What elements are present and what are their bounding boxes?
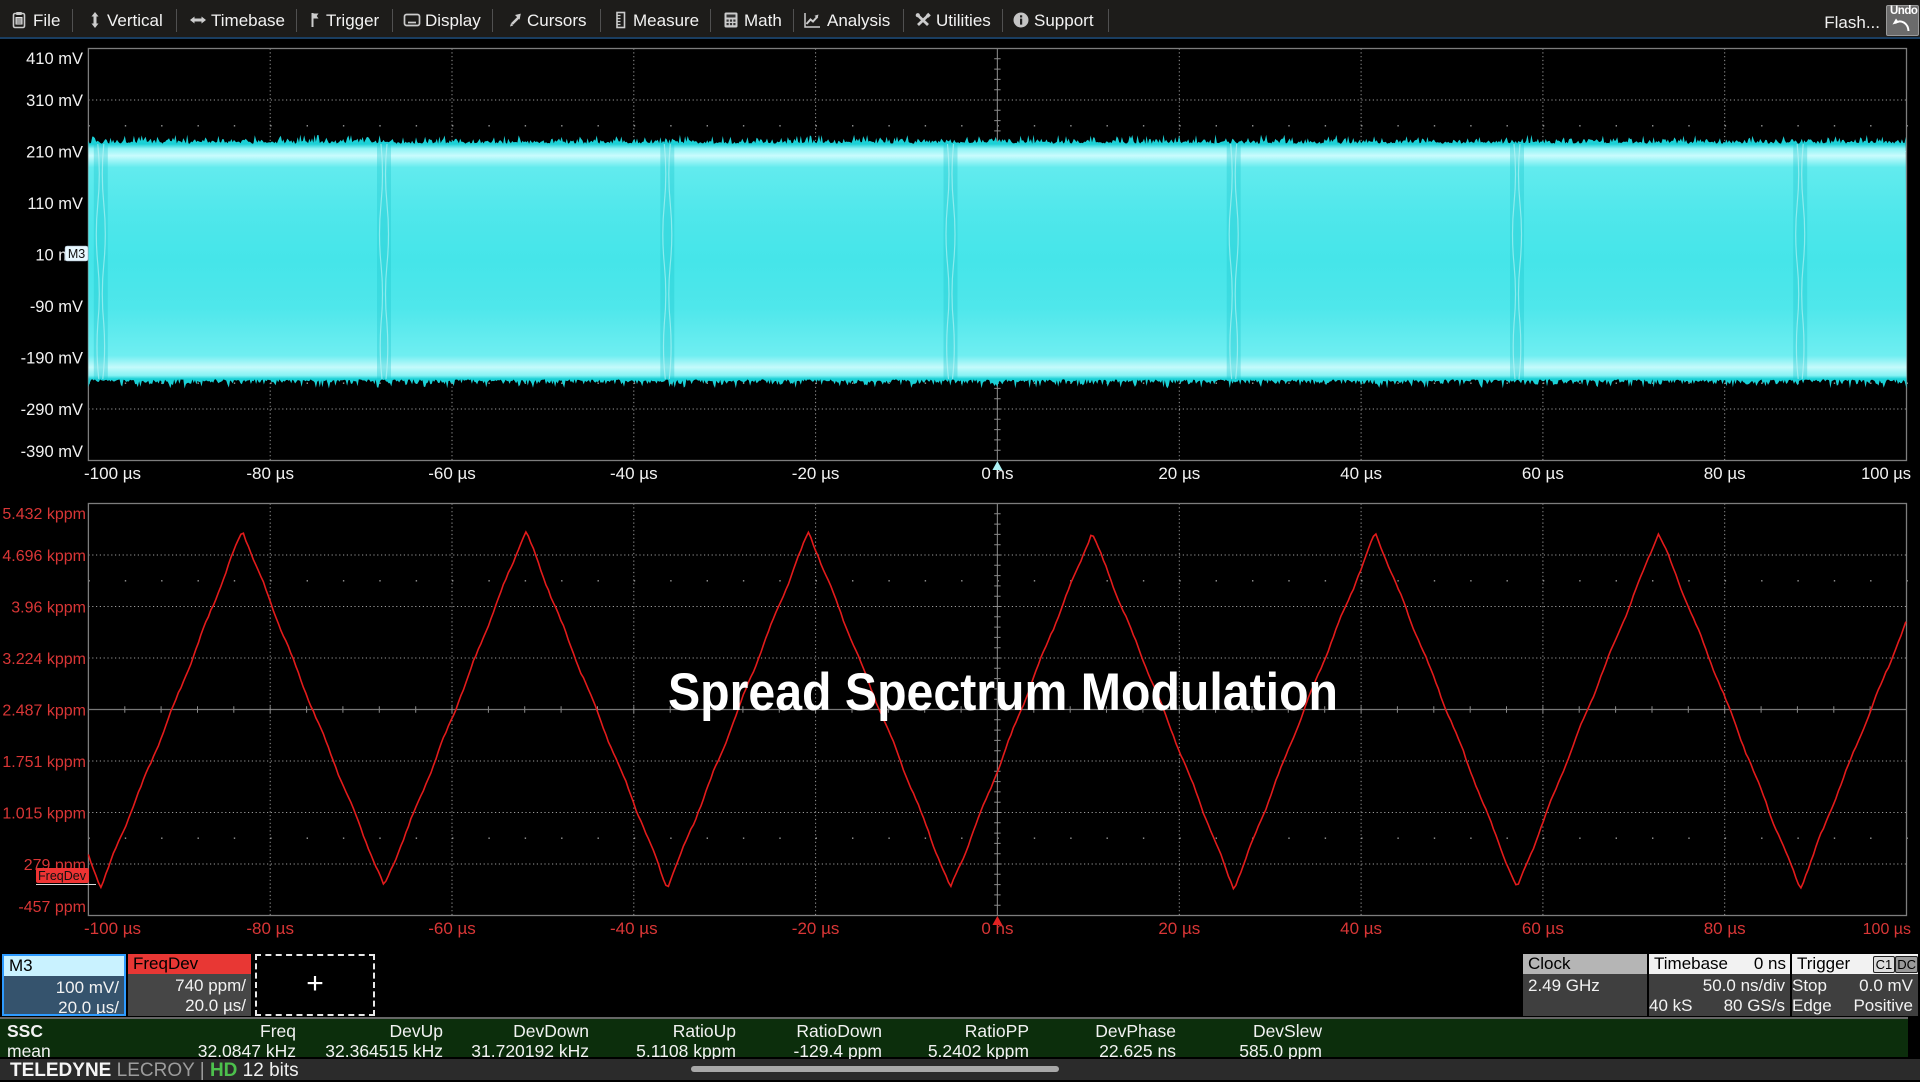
svg-text:110 mV: 110 mV xyxy=(27,195,83,213)
svg-text:100 µs: 100 µs xyxy=(1861,465,1911,483)
svg-text:1.015 kppm: 1.015 kppm xyxy=(2,806,86,823)
svg-text:-20 µs: -20 µs xyxy=(792,919,840,938)
svg-text:20 µs: 20 µs xyxy=(1158,919,1200,938)
svg-text:100 µs: 100 µs xyxy=(1863,921,1911,938)
svg-text:4.696 kppm: 4.696 kppm xyxy=(2,548,86,565)
svg-text:60 µs: 60 µs xyxy=(1522,464,1564,483)
svg-text:80 µs: 80 µs xyxy=(1704,919,1746,938)
svg-text:-40 µs: -40 µs xyxy=(610,919,658,938)
svg-text:-100 µs: -100 µs xyxy=(84,464,141,483)
svg-text:-40 µs: -40 µs xyxy=(610,464,658,483)
svg-text:M3: M3 xyxy=(68,247,85,261)
svg-text:-100 µs: -100 µs xyxy=(84,919,141,938)
svg-text:-60 µs: -60 µs xyxy=(428,919,476,938)
svg-text:Spread Spectrum Modulation: Spread Spectrum Modulation xyxy=(668,663,1338,722)
svg-text:310 mV: 310 mV xyxy=(26,92,83,110)
svg-text:-290 mV: -290 mV xyxy=(21,401,83,419)
svg-text:3.224 kppm: 3.224 kppm xyxy=(2,651,86,668)
svg-text:FreqDev: FreqDev xyxy=(38,869,87,883)
svg-text:80 µs: 80 µs xyxy=(1704,464,1746,483)
svg-text:2.487 kppm: 2.487 kppm xyxy=(2,703,86,720)
svg-text:-60 µs: -60 µs xyxy=(428,464,476,483)
svg-text:-390 mV: -390 mV xyxy=(21,443,83,461)
svg-text:60 µs: 60 µs xyxy=(1522,919,1564,938)
svg-text:210 mV: 210 mV xyxy=(26,144,83,162)
svg-text:-457 ppm: -457 ppm xyxy=(18,899,86,916)
svg-text:40 µs: 40 µs xyxy=(1340,919,1382,938)
svg-text:-80 µs: -80 µs xyxy=(246,919,294,938)
svg-text:3.96 kppm: 3.96 kppm xyxy=(11,600,86,617)
svg-text:20 µs: 20 µs xyxy=(1158,464,1200,483)
svg-text:5.432 kppm: 5.432 kppm xyxy=(2,506,86,523)
svg-text:410 mV: 410 mV xyxy=(26,50,83,68)
svg-text:40 µs: 40 µs xyxy=(1340,464,1382,483)
svg-text:-190 mV: -190 mV xyxy=(21,350,83,368)
svg-text:-90 mV: -90 mV xyxy=(30,298,83,316)
svg-text:-80 µs: -80 µs xyxy=(246,464,294,483)
svg-text:-20 µs: -20 µs xyxy=(792,464,840,483)
svg-text:1.751 kppm: 1.751 kppm xyxy=(2,754,86,771)
